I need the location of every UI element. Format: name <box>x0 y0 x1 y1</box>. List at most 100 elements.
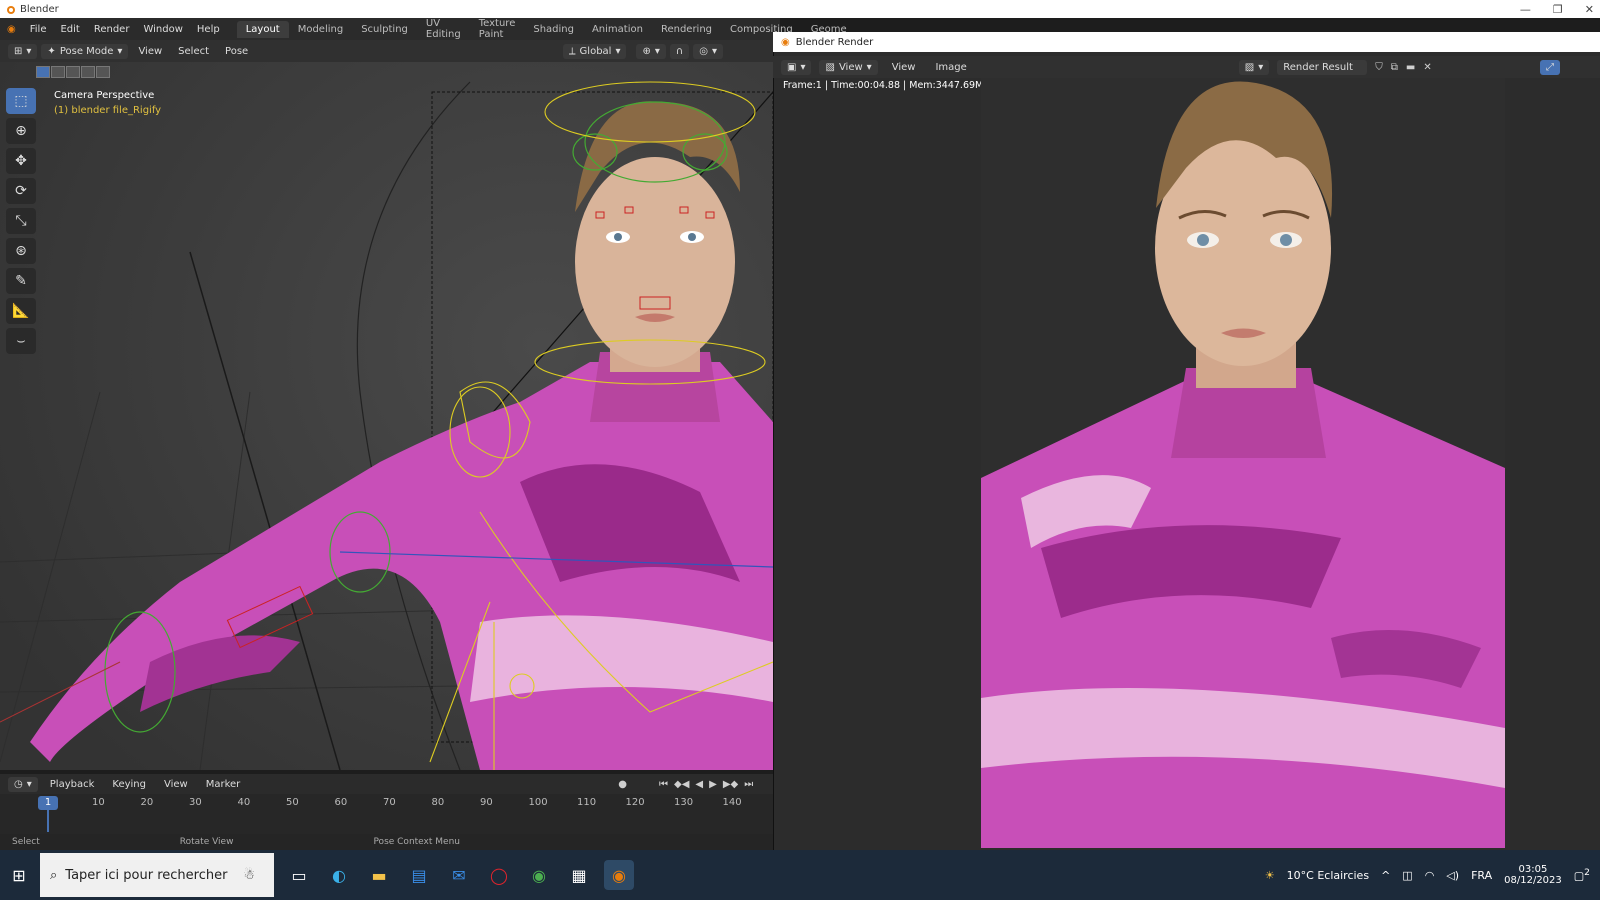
taskbar-search-box[interactable]: ⌕ Taper ici pour rechercher ☃ <box>40 853 274 897</box>
snap-toggle[interactable]: ∩ <box>669 43 690 59</box>
viewport-menu-view[interactable]: View <box>132 44 168 59</box>
tab-modeling[interactable]: Modeling <box>289 21 353 38</box>
browse-image-dropdown[interactable]: ▨ ▾ <box>1238 59 1270 75</box>
tab-layout[interactable]: Layout <box>236 20 289 38</box>
restore-button[interactable]: ❐ <box>1553 3 1563 16</box>
select-new-button[interactable] <box>36 66 50 78</box>
editor-type-dropdown[interactable]: ⊞ ▾ <box>8 43 38 59</box>
task-view-button[interactable]: ▭ <box>284 860 314 890</box>
render-result-field[interactable]: Render Result <box>1277 59 1368 75</box>
move-tool[interactable]: ✥ <box>6 148 36 174</box>
windows-start-button[interactable]: ⊞ <box>4 860 34 890</box>
select-subtract-button[interactable] <box>66 66 80 78</box>
weather-text[interactable]: 10°C Eclaircies <box>1287 869 1369 882</box>
viewport-menu-select[interactable]: Select <box>172 44 215 59</box>
wifi-icon[interactable]: ◠ <box>1425 869 1435 882</box>
timeline-menu-keying[interactable]: Keying <box>106 777 152 792</box>
play-button[interactable]: ▶ <box>709 779 717 790</box>
timeline-editor-dropdown[interactable]: ◷ ▾ <box>8 776 38 792</box>
current-frame-indicator[interactable]: 1 <box>38 796 58 810</box>
network-icon[interactable]: ◫ <box>1402 869 1412 882</box>
folder-icon[interactable]: ▬ <box>1406 62 1415 73</box>
render-window-title: Blender Render <box>795 36 874 48</box>
edge-button[interactable]: ◐ <box>324 860 354 890</box>
viewport-scene <box>0 62 773 770</box>
frame-tick: 50 <box>286 797 299 808</box>
jump-end-button[interactable]: ⏭ <box>744 779 753 790</box>
image-editor-type-dropdown[interactable]: ▣ ▾ <box>781 59 812 75</box>
mode-dropdown[interactable]: ✦ Pose Mode ▾ <box>41 43 129 59</box>
tray-expand-icon[interactable]: ^ <box>1381 869 1390 882</box>
view-mode-dropdown[interactable]: ▧ View ▾ <box>819 59 878 75</box>
jump-start-button[interactable]: ⏮ <box>659 779 668 790</box>
pivot-dropdown[interactable]: ⊕ ▾ <box>636 43 666 59</box>
orientation-label: Global <box>579 45 612 57</box>
mail-button[interactable]: ✉ <box>444 860 474 890</box>
select-extend-button[interactable] <box>51 66 65 78</box>
blender-taskbar-button[interactable]: ◉ <box>604 860 634 890</box>
timeline-menu-playback[interactable]: Playback <box>44 777 101 792</box>
blender-menu-icon[interactable]: ◉ <box>0 24 23 35</box>
image-browse-icon: ▨ <box>1244 61 1255 73</box>
tab-shading[interactable]: Shading <box>524 21 583 38</box>
notifications-button[interactable]: ▢2 <box>1574 867 1590 883</box>
next-keyframe-button[interactable]: ▶◆ <box>723 779 738 790</box>
measure-tool[interactable]: 📐 <box>6 298 36 324</box>
transform-tool[interactable]: ⊛ <box>6 238 36 264</box>
render-result-image[interactable] <box>981 78 1505 848</box>
fake-user-icon[interactable]: ⛉ <box>1375 62 1383 73</box>
close-button[interactable]: ✕ <box>1585 3 1594 16</box>
3d-viewport[interactable] <box>0 62 773 770</box>
clock[interactable]: 03:05 08/12/2023 <box>1504 864 1562 886</box>
rotate-tool[interactable]: ⟳ <box>6 178 36 204</box>
play-reverse-button[interactable]: ◀ <box>695 779 703 790</box>
select-box-tool[interactable]: ⬚ <box>6 88 36 114</box>
tab-rendering[interactable]: Rendering <box>652 21 721 38</box>
editor-type-icon: ⊞ <box>14 45 23 57</box>
language-indicator[interactable]: FRA <box>1471 869 1492 882</box>
menu-render[interactable]: Render <box>87 24 137 35</box>
gingerbread-icon: ☃ <box>243 867 256 883</box>
viewport-menu-pose[interactable]: Pose <box>219 44 254 59</box>
annotate-tool[interactable]: ✎ <box>6 268 36 294</box>
image-menu-image[interactable]: Image <box>929 60 972 75</box>
select-invert-button[interactable] <box>81 66 95 78</box>
chrome-icon: ◉ <box>532 865 546 885</box>
menu-file[interactable]: File <box>23 24 54 35</box>
bone-tool[interactable]: ⌣ <box>6 328 36 354</box>
frame-tick: 120 <box>625 797 645 808</box>
window-title: Blender <box>20 3 59 15</box>
timeline-menu-marker[interactable]: Marker <box>200 777 247 792</box>
app-button[interactable]: ▦ <box>564 860 594 890</box>
tab-uv-editing[interactable]: UV Editing <box>417 15 470 43</box>
image-menu-view[interactable]: View <box>886 60 922 75</box>
unlink-icon[interactable]: ✕ <box>1423 62 1431 73</box>
cursor-tool[interactable]: ⊕ <box>6 118 36 144</box>
gizmo-toggle[interactable]: ⤢ <box>1540 59 1560 75</box>
tab-animation[interactable]: Animation <box>583 21 652 38</box>
menu-window[interactable]: Window <box>136 24 189 35</box>
render-window-title-bar: ◉ Blender Render <box>773 32 1600 52</box>
image-editor-icon: ▣ <box>787 61 797 73</box>
file-explorer-button[interactable]: ▬ <box>364 860 394 890</box>
tab-sculpting[interactable]: Sculpting <box>352 21 417 38</box>
bone-icon: ⌣ <box>16 333 26 349</box>
playhead[interactable] <box>47 810 49 832</box>
menu-help[interactable]: Help <box>190 24 227 35</box>
tab-texture-paint[interactable]: Texture Paint <box>470 15 525 43</box>
prev-keyframe-button[interactable]: ◆◀ <box>674 779 689 790</box>
render-image-content <box>981 78 1505 848</box>
scale-tool[interactable]: ⤡ <box>6 208 36 234</box>
proportional-dropdown[interactable]: ◎ ▾ <box>693 43 723 59</box>
volume-icon[interactable]: ◁) <box>1446 869 1459 882</box>
record-button[interactable]: ● <box>618 779 627 790</box>
store-button[interactable]: ▤ <box>404 860 434 890</box>
menu-edit[interactable]: Edit <box>53 24 86 35</box>
duplicate-icon[interactable]: ⧉ <box>1391 62 1398 73</box>
opera-button[interactable]: ◯ <box>484 860 514 890</box>
chrome-button[interactable]: ◉ <box>524 860 554 890</box>
timeline-menu-view[interactable]: View <box>158 777 194 792</box>
select-intersect-button[interactable] <box>96 66 110 78</box>
orientation-dropdown[interactable]: ⟂ Global ▾ <box>562 43 627 59</box>
minimize-button[interactable]: — <box>1520 3 1531 16</box>
